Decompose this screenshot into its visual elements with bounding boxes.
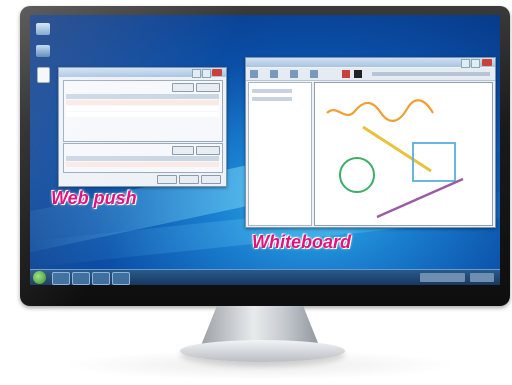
windows-start-icon[interactable]	[33, 271, 46, 284]
table-header	[66, 94, 219, 99]
computer-icon[interactable]	[36, 23, 50, 35]
taskbar-app-button[interactable]	[52, 272, 70, 285]
list-item[interactable]	[252, 97, 292, 101]
web-push-label: Web push	[51, 188, 137, 208]
minimize-button[interactable]	[192, 69, 201, 78]
purple-line-stroke	[376, 177, 464, 219]
add-button[interactable]	[172, 83, 194, 92]
url-group	[63, 80, 223, 142]
apply-button[interactable]	[201, 175, 221, 184]
toolbar-strip	[372, 72, 490, 76]
network-icon[interactable]	[36, 45, 50, 57]
whiteboard-label: Whiteboard	[252, 232, 351, 252]
orange-wave-stroke	[326, 99, 434, 122]
whiteboard-window[interactable]	[245, 57, 496, 228]
list-item[interactable]	[252, 89, 292, 93]
pen-tool-icon[interactable]	[250, 70, 258, 78]
close-button[interactable]	[482, 59, 492, 66]
ok-button[interactable]	[157, 175, 177, 184]
whiteboard-canvas[interactable]	[314, 82, 493, 226]
monitor-stand-base	[180, 340, 345, 362]
maximize-button[interactable]	[471, 59, 480, 68]
eraser-tool-icon[interactable]	[290, 70, 298, 78]
table-row[interactable]	[66, 112, 219, 117]
table-row[interactable]	[66, 100, 219, 105]
table-row[interactable]	[66, 106, 219, 111]
drawing-layer	[326, 99, 464, 219]
taskbar	[30, 269, 500, 285]
yellow-line-stroke	[362, 125, 432, 173]
maximize-button[interactable]	[202, 69, 211, 78]
toolbar	[246, 68, 495, 81]
green-circle-stroke	[339, 157, 375, 193]
web-push-window[interactable]	[58, 67, 227, 187]
shape-tool-icon[interactable]	[270, 70, 278, 78]
taskbar-app-button[interactable]	[112, 272, 130, 285]
participants-panel	[248, 82, 312, 226]
minimize-button[interactable]	[461, 59, 470, 68]
push-remove-button[interactable]	[196, 146, 220, 155]
clear-tool-icon[interactable]	[310, 70, 318, 78]
close-button[interactable]	[212, 69, 222, 76]
table-row[interactable]	[66, 162, 219, 167]
title-bar[interactable]	[246, 58, 495, 67]
remove-button[interactable]	[196, 83, 220, 92]
taskbar-app-button[interactable]	[92, 272, 110, 285]
push-add-button[interactable]	[172, 146, 194, 155]
system-tray[interactable]	[420, 273, 465, 282]
document-icon[interactable]	[37, 67, 50, 83]
taskbar-app-button[interactable]	[72, 272, 90, 285]
clock[interactable]	[470, 273, 494, 282]
table-header	[66, 156, 219, 161]
cancel-button[interactable]	[179, 175, 199, 184]
color-picker-icon[interactable]	[342, 70, 350, 78]
color-swatch-black[interactable]	[354, 70, 362, 78]
push-group	[63, 143, 223, 173]
